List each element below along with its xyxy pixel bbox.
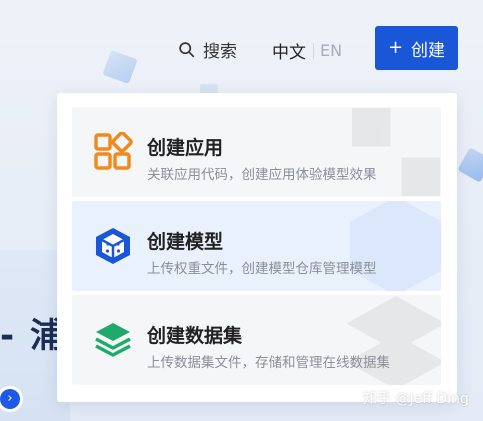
divider	[313, 42, 314, 59]
chevron-right-icon[interactable]: ›	[0, 389, 20, 409]
lang-en-option[interactable]: EN	[320, 41, 342, 60]
menu-item-description: 上传数据集文件，存储和管理在线数据集	[147, 355, 390, 371]
menu-item-create-app[interactable]: 创建应用 关联应用代码，创建应用体验模型效果	[72, 107, 441, 197]
cube-icon	[96, 228, 130, 264]
search-label: 搜索	[203, 42, 237, 62]
menu-item-create-model[interactable]: 创建模型 上传权重文件，创建模型仓库管理模型	[72, 201, 441, 291]
watermark-shape	[352, 108, 440, 196]
menu-item-description: 关联应用代码，创建应用体验模型效果	[147, 167, 377, 183]
plus-icon: +	[387, 37, 404, 58]
search-icon	[179, 42, 195, 58]
language-switch: 中文 EN	[272, 38, 342, 63]
menu-item-title: 创建应用	[147, 137, 224, 159]
lang-zh-option[interactable]: 中文	[272, 38, 306, 63]
create-dropdown-menu: 创建应用 关联应用代码，创建应用体验模型效果 创建模型 上传权重文件，创建模型仓…	[57, 93, 457, 402]
apps-grid-icon	[94, 132, 133, 170]
top-nav: 搜索 中文 EN + 创建	[0, 26, 483, 70]
menu-item-create-dataset[interactable]: 创建数据集 上传数据集文件，存储和管理在线数据集	[72, 295, 441, 385]
create-button-label: 创建	[411, 40, 446, 61]
menu-item-title: 创建模型	[147, 231, 224, 253]
watermark-shape	[349, 201, 441, 291]
menu-item-title: 创建数据集	[147, 325, 243, 347]
decorative-cube-shape	[457, 147, 483, 183]
search-button[interactable]: 搜索	[178, 37, 237, 62]
create-button[interactable]: + 创建	[375, 26, 458, 70]
menu-item-description: 上传权重文件，创建模型仓库管理模型	[147, 261, 377, 277]
watermark-shape	[346, 296, 441, 385]
watermark-credit: 知乎 @Jeff Ding	[363, 391, 469, 407]
layers-icon	[95, 323, 131, 357]
